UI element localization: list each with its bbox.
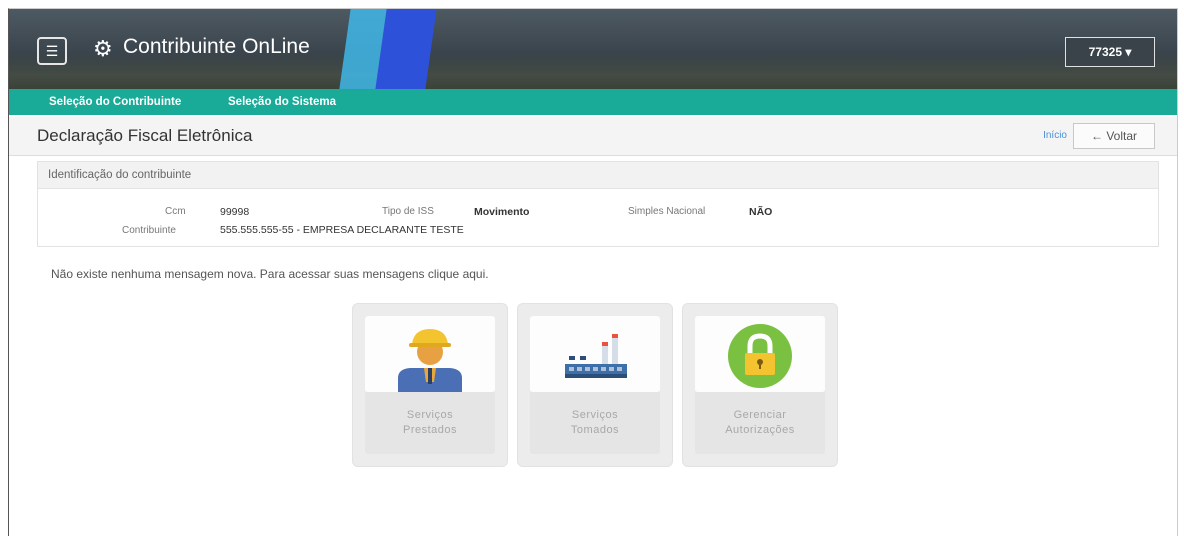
menu-button[interactable]: ☰ [37,37,67,65]
tile-label: Serviços Tomados [518,408,672,438]
tile-label-line2: Prestados [402,424,458,436]
panel-title: Identificação do contribuinte [38,162,1158,189]
simples-nacional-value: NÃO [749,206,773,218]
ccm-label: Ccm [165,206,186,217]
worker-icon [398,329,462,392]
chevron-down-icon: ▾ [1125,45,1132,59]
tile-label-line2: Tomados [570,424,620,436]
tile-label-line2: Autorizações [725,424,795,436]
lock-icon [728,324,792,388]
taxpayer-identification-panel: Identificação do contribuinte Ccm 99998 … [37,161,1159,247]
contribuinte-label: Contribuinte [122,225,176,236]
tile-label-line1: Serviços [406,409,454,421]
factory-icon [565,334,627,378]
nav-item-selecao-contribuinte[interactable]: Seleção do Contribuinte [49,89,181,115]
page-header: Declaração Fiscal Eletrônica Início ← Vo… [9,117,1177,156]
user-code: 77325 [1088,45,1122,59]
menu-icon: ☰ [45,43,59,59]
tile-image [530,316,660,392]
back-button[interactable]: ← Voltar [1073,123,1155,149]
tile-label: Serviços Prestados [353,408,507,438]
tile-servicos-tomados[interactable]: Serviços Tomados [517,303,673,467]
tile-label-line1: Serviços [571,409,619,421]
ccm-value: 99998 [220,206,250,218]
user-dropdown-button[interactable]: 77325 ▾ [1065,37,1155,67]
tile-gerenciar-autorizacoes[interactable]: Gerenciar Autorizações [682,303,838,467]
top-banner: ☰ ⚙ Contribuinte OnLine 77325 ▾ [9,9,1177,89]
breadcrumb-inicio-link[interactable]: Início [1043,130,1067,141]
tile-label-line1: Gerenciar [733,409,787,421]
tile-servicos-prestados[interactable]: Serviços Prestados [352,303,508,467]
tile-label: Gerenciar Autorizações [683,408,837,438]
gear-icon: ⚙ [93,36,113,61]
simples-nacional-label: Simples Nacional [628,206,706,217]
tipo-iss-label: Tipo de ISS [382,206,434,217]
messages-notice[interactable]: Não existe nenhuma mensagem nova. Para a… [51,267,489,281]
app-frame: ☰ ⚙ Contribuinte OnLine 77325 ▾ Seleção … [8,8,1178,536]
main-nav: Seleção do Contribuinte Seleção do Siste… [9,89,1177,115]
app-title: Contribuinte OnLine [123,35,310,58]
nav-item-selecao-sistema[interactable]: Seleção do Sistema [228,89,336,115]
tile-image [695,316,825,392]
tipo-iss-value: Movimento [474,206,530,218]
page-title: Declaração Fiscal Eletrônica [37,126,253,145]
contribuinte-value: 555.555.555-55 - EMPRESA DECLARANTE TEST… [220,224,464,236]
tile-image [365,316,495,392]
